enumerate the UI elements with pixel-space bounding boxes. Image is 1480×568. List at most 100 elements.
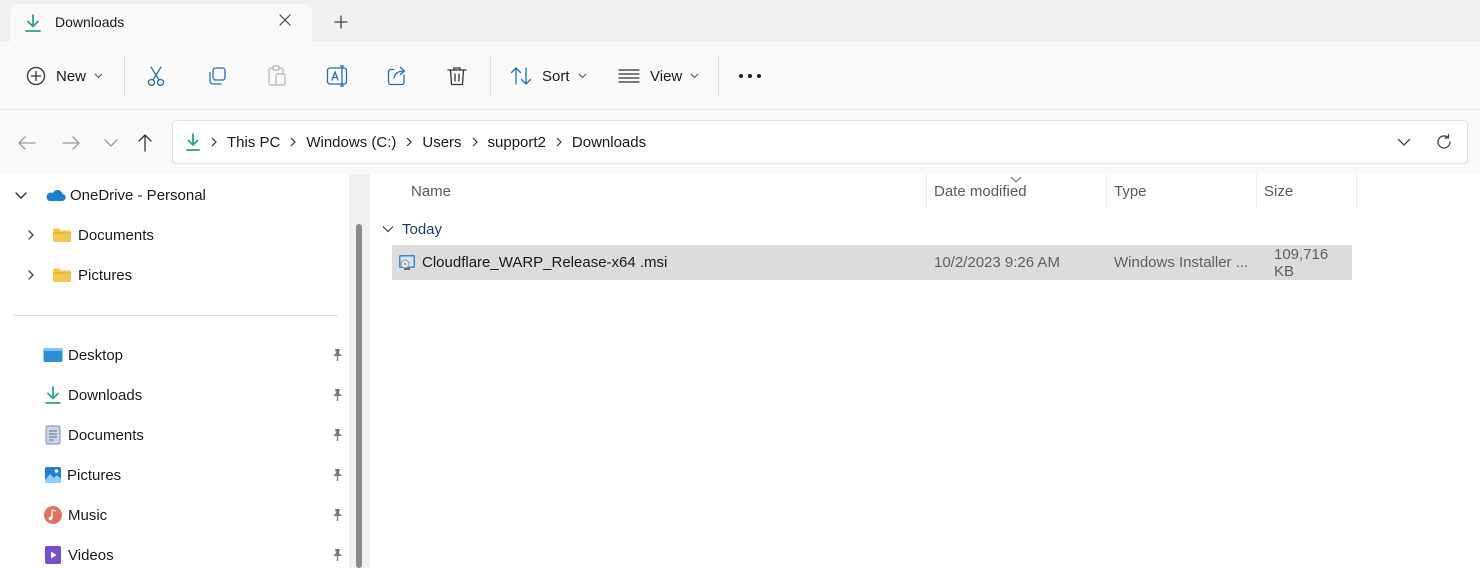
breadcrumb-users[interactable]: Users (422, 134, 461, 151)
command-bar: New Sort View (0, 42, 1480, 110)
pin-icon[interactable] (330, 548, 344, 562)
pictures-icon (45, 467, 61, 483)
sidebar-label: Pictures (67, 466, 122, 484)
breadcrumb-downloads[interactable]: Downloads (572, 134, 646, 151)
share-icon (387, 66, 406, 86)
share-button[interactable] (386, 42, 408, 110)
column-header-label: Size (1264, 182, 1294, 200)
file-type: Windows Installer ... (1114, 254, 1249, 271)
sidebar-item-onedrive-documents[interactable]: Documents (26, 220, 154, 250)
sidebar-item-videos[interactable]: Videos (44, 540, 114, 568)
column-header-label: Type (1114, 182, 1147, 200)
address-row: This PC Windows (C:) Users support2 Down… (0, 110, 1480, 174)
group-header-today[interactable]: Today (382, 218, 442, 240)
file-name: Cloudflare_WARP_Release-x64 .msi (422, 254, 668, 271)
group-label: Today (402, 220, 443, 238)
sidebar-label: Videos (68, 546, 114, 564)
chevron-right-icon[interactable] (406, 137, 413, 147)
sidebar-item-onedrive[interactable]: OneDrive - Personal (14, 180, 206, 210)
view-button[interactable]: View (618, 42, 699, 110)
chevron-down-icon (94, 73, 103, 79)
chevron-right-icon[interactable] (472, 137, 478, 147)
paste-button[interactable] (266, 42, 288, 110)
installer-file-icon (399, 255, 415, 270)
sidebar-label: Documents (68, 426, 144, 444)
chevron-right-icon[interactable] (26, 269, 36, 281)
copy-button[interactable] (206, 42, 228, 110)
sidebar-label: Documents (78, 226, 154, 244)
videos-icon (45, 546, 61, 564)
music-icon (44, 506, 62, 524)
paste-icon (268, 65, 286, 86)
refresh-icon[interactable] (1435, 133, 1453, 151)
column-divider[interactable] (1256, 174, 1257, 208)
delete-button[interactable] (446, 42, 468, 110)
delete-icon (447, 67, 467, 86)
sidebar-item-desktop[interactable]: Desktop (43, 340, 123, 370)
desktop-icon (43, 348, 63, 362)
pin-icon[interactable] (330, 388, 344, 402)
sidebar-label: Desktop (68, 346, 124, 364)
download-icon (25, 14, 41, 32)
column-header-size[interactable]: Size (1264, 174, 1293, 208)
toolbar-divider (718, 56, 719, 96)
column-divider[interactable] (1356, 174, 1357, 208)
rename-icon (326, 65, 348, 87)
column-header-name[interactable]: Name (411, 174, 451, 208)
sidebar-item-onedrive-pictures[interactable]: Pictures (26, 260, 132, 290)
tab-title: Downloads (55, 14, 125, 30)
chevron-down-icon[interactable] (14, 190, 28, 200)
sidebar-item-documents[interactable]: Documents (45, 420, 144, 450)
pin-icon[interactable] (330, 348, 344, 362)
sidebar-item-music[interactable]: Music (43, 500, 107, 530)
recent-locations-chevron-icon[interactable] (100, 132, 122, 154)
folder-icon (53, 228, 71, 242)
onedrive-cloud-icon (46, 189, 66, 202)
breadcrumb-this-pc[interactable]: This PC (227, 134, 280, 151)
new-button[interactable]: New (26, 42, 103, 110)
download-icon (45, 386, 61, 404)
column-divider[interactable] (1106, 174, 1107, 208)
sidebar-scrollbar-thumb[interactable] (356, 224, 362, 568)
sidebar-label: Music (68, 506, 108, 524)
chevron-right-icon[interactable] (556, 137, 562, 147)
download-icon (186, 133, 200, 151)
more-button[interactable] (738, 42, 762, 110)
sidebar-item-pictures[interactable]: Pictures (44, 460, 121, 490)
breadcrumb-support2[interactable]: support2 (488, 134, 546, 151)
pin-icon[interactable] (330, 508, 344, 522)
sort-label: Sort (542, 67, 570, 85)
column-divider[interactable] (926, 174, 927, 208)
column-header-date-modified[interactable]: Date modified (934, 174, 1027, 208)
cut-button[interactable] (146, 42, 166, 110)
chevron-right-icon[interactable] (290, 137, 297, 147)
pin-icon[interactable] (330, 468, 344, 482)
back-arrow-icon[interactable] (16, 132, 38, 154)
view-list-icon (618, 69, 640, 83)
chevron-down-icon (578, 73, 586, 79)
tab-bar: Downloads (0, 0, 1480, 42)
more-icon (739, 74, 761, 78)
column-header-type[interactable]: Type (1114, 174, 1147, 208)
chevron-down-icon[interactable] (1397, 135, 1411, 149)
breadcrumb-windows-c[interactable]: Windows (C:) (306, 134, 396, 151)
rename-button[interactable] (326, 42, 350, 110)
close-icon[interactable] (278, 13, 292, 27)
table-row[interactable]: Cloudflare_WARP_Release-x64 .msi 10/2/20… (392, 245, 1352, 280)
view-label: View (650, 67, 683, 85)
pin-icon[interactable] (330, 428, 344, 442)
chevron-down-icon[interactable] (382, 225, 394, 233)
plus-circle-icon (26, 66, 46, 86)
chevron-right-icon[interactable] (26, 229, 36, 241)
address-bar[interactable]: This PC Windows (C:) Users support2 Down… (172, 120, 1468, 164)
sidebar-item-downloads[interactable]: Downloads (44, 380, 142, 410)
column-header-label: Date modified (934, 182, 1027, 200)
sidebar-divider (13, 315, 338, 316)
tab-downloads[interactable]: Downloads (10, 4, 312, 42)
forward-arrow-icon[interactable] (60, 132, 82, 154)
folder-icon (53, 268, 71, 282)
sort-icon (510, 67, 532, 85)
new-tab-icon[interactable] (333, 14, 349, 30)
sort-button[interactable]: Sort (510, 42, 587, 110)
up-arrow-icon[interactable] (134, 132, 156, 154)
